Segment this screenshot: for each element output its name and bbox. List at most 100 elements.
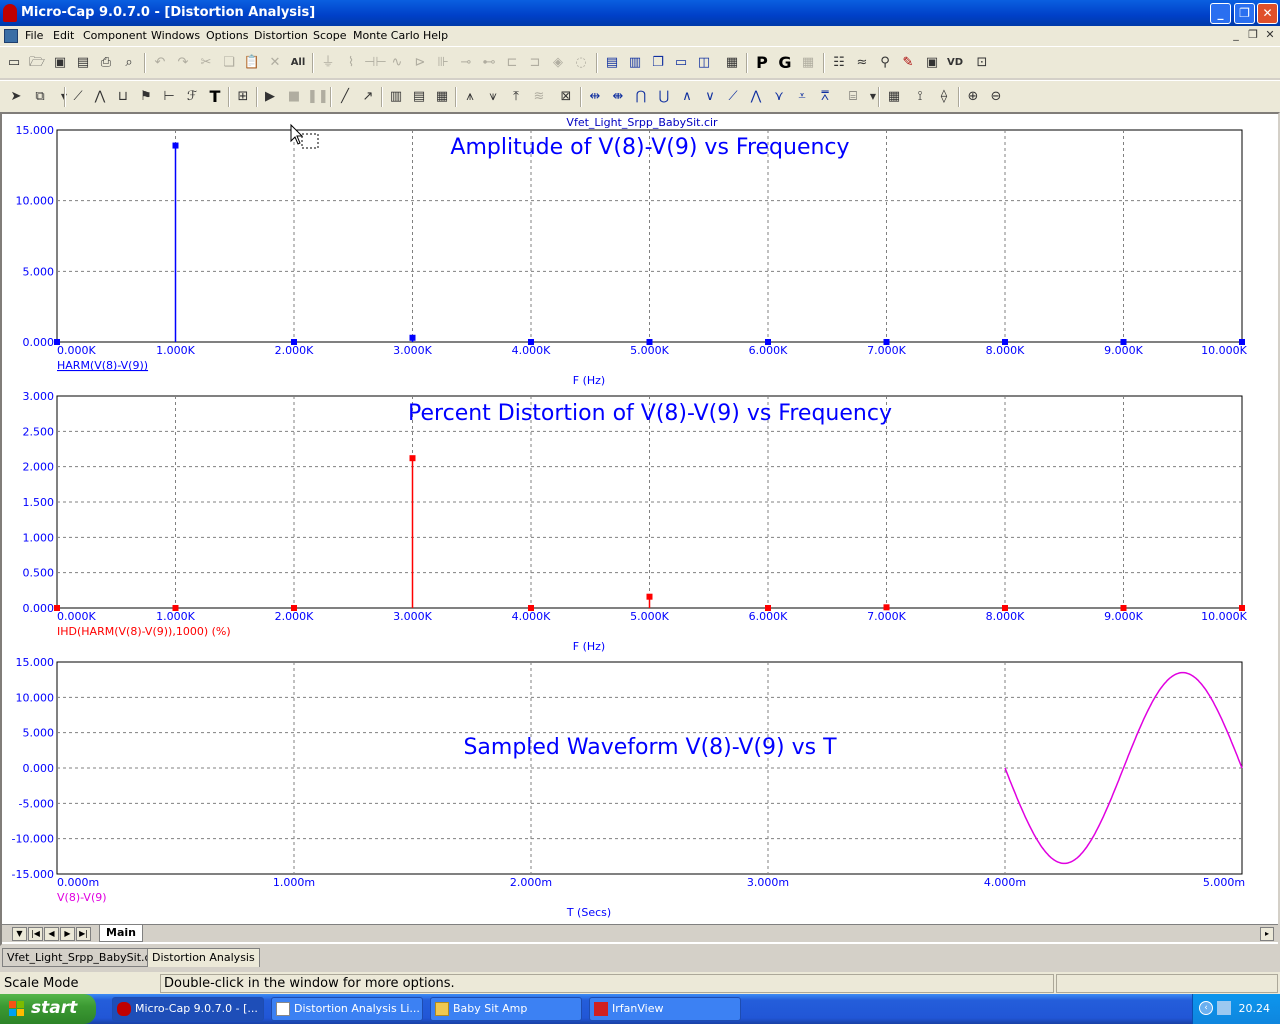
diode-icon[interactable]: ⊳ xyxy=(410,53,430,73)
slope-icon[interactable]: ∧ xyxy=(677,87,697,107)
high-icon[interactable]: ⤒ xyxy=(506,87,526,107)
plots-canvas[interactable]: Vfet_Light_Srpp_BabySit.cir 0.000K 1.000K… xyxy=(2,114,1278,924)
tokens-alt-icon[interactable]: ⟠ xyxy=(934,87,954,107)
start-button[interactable]: start xyxy=(0,994,96,1024)
pause-icon[interactable]: ❚❚ xyxy=(307,87,329,107)
calculator-icon[interactable]: ▦ xyxy=(722,53,742,73)
next-point-icon[interactable]: ⇹ xyxy=(585,87,605,107)
bus-icon[interactable]: ⋀ xyxy=(90,87,110,107)
close-button[interactable]: ✕ xyxy=(1257,3,1278,24)
menu-file[interactable]: File xyxy=(25,29,43,42)
flag-icon[interactable]: ⚑ xyxy=(136,87,156,107)
select-all-icon[interactable]: All xyxy=(288,53,308,73)
task-baby-sit-amp[interactable]: Baby Sit Amp xyxy=(430,997,582,1021)
tag-icon[interactable]: ⊢ xyxy=(159,87,179,107)
peak-find-icon[interactable]: ⋂ xyxy=(631,87,651,107)
undo-icon[interactable]: ↶ xyxy=(150,53,170,73)
box-icon[interactable]: ⊔ xyxy=(113,87,133,107)
text-icon[interactable]: T xyxy=(205,87,225,107)
opamp-icon[interactable]: ◈ xyxy=(548,53,568,73)
wave-icon[interactable]: ≈ xyxy=(852,53,872,73)
cascade-icon[interactable]: ❐ xyxy=(648,53,668,73)
component-icon[interactable]: ⧉ xyxy=(30,87,50,107)
task-microcap[interactable]: Micro-Cap 9.0.7.0 - [... xyxy=(112,997,264,1021)
arrow-line-icon[interactable]: ↗ xyxy=(358,87,378,107)
top-icon[interactable]: ⋎ xyxy=(769,87,789,107)
tray-expand-icon[interactable]: ‹ xyxy=(1199,1001,1213,1015)
copy-icon[interactable]: ❏ xyxy=(219,53,239,73)
task-distortion-analysis[interactable]: Distortion Analysis Li... xyxy=(271,997,423,1021)
low-icon[interactable]: ≋ xyxy=(529,87,549,107)
fo-icon[interactable]: ℱ xyxy=(182,87,202,107)
doc-minimize-button[interactable]: _ xyxy=(1228,28,1244,42)
line-icon[interactable]: ╱ xyxy=(335,87,355,107)
grid-medium-icon[interactable]: ▤ xyxy=(409,87,429,107)
p-icon[interactable]: P xyxy=(752,53,772,73)
grid-fine-icon[interactable]: ▥ xyxy=(386,87,406,107)
sheet-menu-button[interactable]: ▼ xyxy=(12,927,27,941)
menu-options[interactable]: Options xyxy=(206,29,248,42)
library-icon[interactable]: ⌸ xyxy=(843,87,863,107)
pmos-icon[interactable]: ⊐ xyxy=(525,53,545,73)
window-icon[interactable]: ▭ xyxy=(671,53,691,73)
tokens-icon[interactable]: ⟟ xyxy=(910,87,930,107)
first-sheet-button[interactable]: |◀ xyxy=(28,927,43,941)
prev-sheet-button[interactable]: ◀ xyxy=(44,927,59,941)
pnp-icon[interactable]: ⊷ xyxy=(479,53,499,73)
cut-icon[interactable]: ✂ xyxy=(196,53,216,73)
zoom-out-icon[interactable]: ⊖ xyxy=(986,87,1006,107)
network-icon[interactable] xyxy=(1217,1001,1231,1015)
probe-icon[interactable]: ⚲ xyxy=(875,53,895,73)
global-low-icon[interactable]: ⋀ xyxy=(746,87,766,107)
global-high-icon[interactable]: ⟋ xyxy=(723,87,743,107)
pen-icon[interactable]: ✎ xyxy=(898,53,918,73)
source-icon[interactable]: ◌ xyxy=(571,53,591,73)
paste-icon[interactable]: 📋 xyxy=(242,53,262,73)
tab-distortion-analysis[interactable]: Distortion Analysis xyxy=(147,948,260,967)
plot-window[interactable]: Vfet_Light_Srpp_BabySit.cir 0.000K 1.000K… xyxy=(0,112,1280,946)
grid-coarse-icon[interactable]: ▦ xyxy=(432,87,452,107)
g-icon[interactable]: G xyxy=(775,53,795,73)
bottom-icon[interactable]: ⩡ xyxy=(792,87,812,107)
properties-icon[interactable]: ⊞ xyxy=(233,87,253,107)
menu-edit[interactable]: Edit xyxy=(53,29,74,42)
ground-icon[interactable]: ⏚ xyxy=(318,53,338,73)
menu-help[interactable]: Help xyxy=(423,29,448,42)
sheet-tab-main[interactable]: Main xyxy=(99,925,143,942)
amplitude-plot[interactable]: 0.000K 1.000K 2.000K 3.000K 4.000K 5.000K 6.00… xyxy=(16,124,1248,387)
inductor-icon[interactable]: ∿ xyxy=(387,53,407,73)
distortion-plot[interactable]: 0.000K 1.000K 2.000K 3.000K 4.000K 5.000K 6.00… xyxy=(23,390,1248,653)
waveform-plot[interactable]: 0.000m 1.000m 2.000m 3.000m 4.000m 5.000m -15.… xyxy=(12,656,1246,919)
save-all-icon[interactable]: ▤ xyxy=(73,53,93,73)
list-icon[interactable]: ☷ xyxy=(829,53,849,73)
redo-icon[interactable]: ↷ xyxy=(173,53,193,73)
vd-icon[interactable]: VD xyxy=(945,53,965,73)
split-icon[interactable]: ◫ xyxy=(694,53,714,73)
zoom-window-icon[interactable]: ⊡ xyxy=(972,53,992,73)
print-preview-icon[interactable]: ⌕ xyxy=(119,53,139,73)
zoom-in-icon[interactable]: ⊕ xyxy=(963,87,983,107)
document-system-icon[interactable] xyxy=(4,29,18,43)
npn-icon[interactable]: ⊸ xyxy=(456,53,476,73)
task-irfanview[interactable]: IrfanView xyxy=(589,997,741,1021)
scroll-right-button[interactable]: ▸ xyxy=(1260,927,1274,941)
tab-circuit-file[interactable]: Vfet_Light_Srpp_BabySit.cir xyxy=(2,948,164,967)
tile-horizontal-icon[interactable]: ▤ xyxy=(602,53,622,73)
peak-icon[interactable]: ⩚ xyxy=(460,87,480,107)
stop-icon[interactable]: ■ xyxy=(284,87,304,107)
open-icon[interactable]: 🗁 xyxy=(27,53,47,73)
frame-icon[interactable]: ▣ xyxy=(922,53,942,73)
select-arrow-icon[interactable]: ➤ xyxy=(6,87,26,107)
wire-icon[interactable]: ⟋ xyxy=(68,87,88,107)
inflection-icon[interactable]: ∨ xyxy=(700,87,720,107)
library-dropdown-icon[interactable]: ▼ xyxy=(863,87,883,107)
menu-monte-carlo[interactable]: Monte Carlo xyxy=(353,29,420,42)
new-icon[interactable]: ▭ xyxy=(4,53,24,73)
valley-icon[interactable]: ⩛ xyxy=(483,87,503,107)
prev-point-icon[interactable]: ⇼ xyxy=(608,87,628,107)
microcap-app-icon[interactable] xyxy=(3,4,17,22)
menu-scope[interactable]: Scope xyxy=(313,29,347,42)
max-icon[interactable]: ⩞ xyxy=(815,87,835,107)
grid-icon[interactable]: ▦ xyxy=(798,53,818,73)
battery-icon[interactable]: ⊪ xyxy=(433,53,453,73)
